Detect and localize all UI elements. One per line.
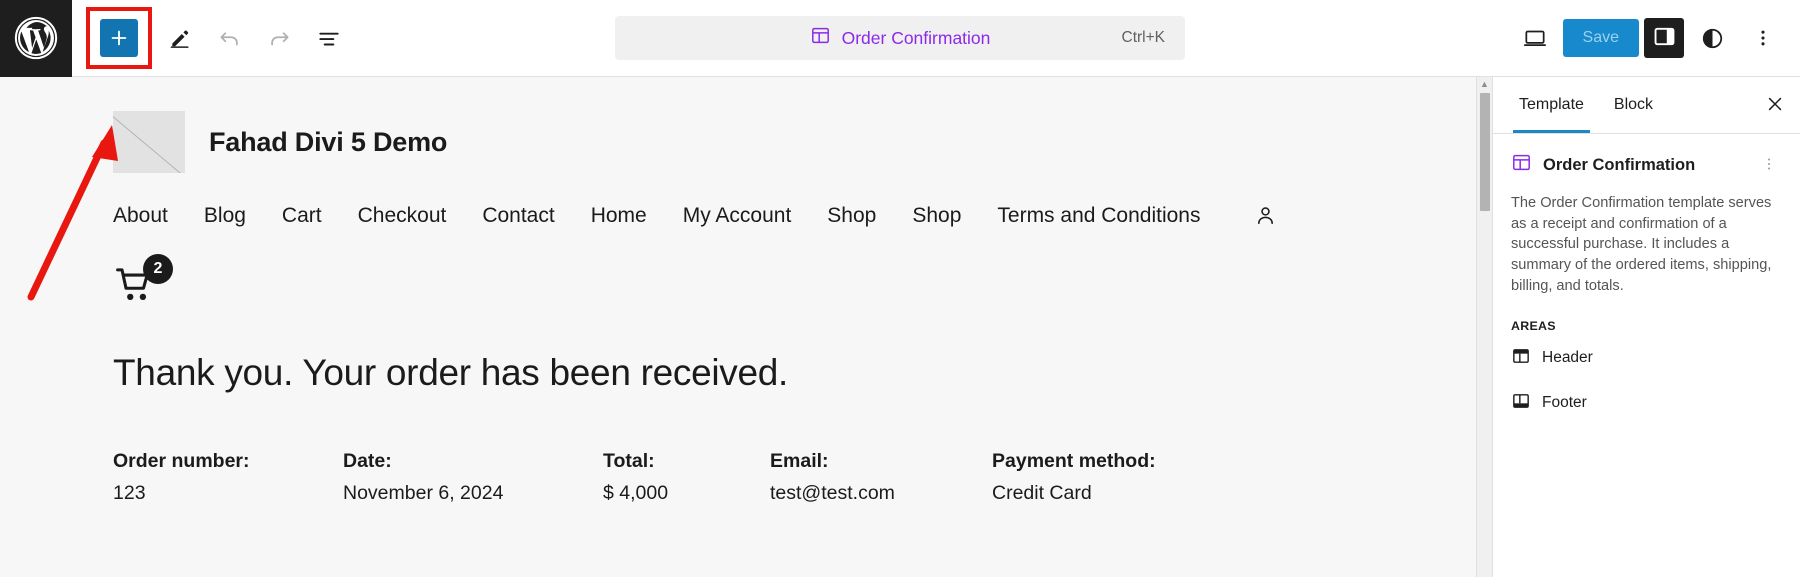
nav-item-shop-2[interactable]: Shop <box>912 204 961 228</box>
order-summary: Order number: Date: Total: Email: Paymen… <box>113 450 1476 505</box>
tab-block[interactable]: Block <box>1604 77 1663 133</box>
nav-item-cart[interactable]: Cart <box>282 204 322 228</box>
pencil-icon <box>168 27 191 50</box>
cart-count-badge: 2 <box>143 254 173 284</box>
sidebar-panel-icon <box>1652 24 1677 52</box>
area-item-footer[interactable]: Footer <box>1511 384 1782 423</box>
toolbar-tools <box>72 7 352 69</box>
nav-item-blog[interactable]: Blog <box>204 204 246 228</box>
site-navigation: About Blog Cart Checkout Contact Home My… <box>113 203 1476 228</box>
order-payment-method-label: Payment method: <box>992 450 1156 472</box>
add-block-highlight <box>86 7 152 69</box>
sidebar-content: Order Confirmation The Order Confirmatio… <box>1493 134 1800 423</box>
add-block-button[interactable] <box>100 19 138 57</box>
site-preview: Fahad Divi 5 Demo About Blog Cart Checko… <box>0 77 1476 505</box>
site-title: Fahad Divi 5 Demo <box>209 126 448 157</box>
site-header: Fahad Divi 5 Demo <box>113 111 1476 173</box>
wordpress-logo-button[interactable] <box>0 0 72 77</box>
template-canvas[interactable]: Fahad Divi 5 Demo About Blog Cart Checko… <box>0 77 1476 577</box>
wordpress-logo-icon <box>14 16 58 60</box>
editor-body: Fahad Divi 5 Demo About Blog Cart Checko… <box>0 77 1800 577</box>
nav-item-shop[interactable]: Shop <box>827 204 876 228</box>
editor-toolbar: Order Confirmation Ctrl+K Save <box>0 0 1800 77</box>
settings-sidebar-toggle[interactable] <box>1644 18 1684 58</box>
list-view-icon <box>316 25 342 51</box>
header-icon <box>1511 346 1531 371</box>
styles-button[interactable] <box>1689 15 1735 61</box>
template-actions-button[interactable] <box>1756 150 1782 180</box>
nav-item-about[interactable]: About <box>113 204 168 228</box>
template-icon <box>1511 152 1532 178</box>
template-name: Order Confirmation <box>1543 155 1696 174</box>
options-menu-button[interactable] <box>1740 15 1786 61</box>
template-title-row: Order Confirmation <box>1511 150 1782 180</box>
scroll-up-arrow[interactable]: ▲ <box>1480 80 1489 89</box>
order-email-label: Email: <box>770 450 829 472</box>
undo-button[interactable] <box>206 15 252 61</box>
order-date-label: Date: <box>343 450 392 472</box>
site-logo-placeholder <box>113 111 185 173</box>
nav-item-home[interactable]: Home <box>591 204 647 228</box>
desktop-icon <box>1522 25 1548 51</box>
tab-template[interactable]: Template <box>1509 77 1594 133</box>
scroll-thumb[interactable] <box>1479 93 1490 211</box>
area-label-header: Header <box>1542 349 1593 367</box>
order-email-value: test@test.com <box>770 482 895 504</box>
command-bar-shortcut: Ctrl+K <box>1121 29 1166 46</box>
order-number-label: Order number: <box>113 450 250 472</box>
command-bar-title: Order Confirmation <box>841 27 991 48</box>
close-icon <box>1765 94 1785 117</box>
toolbar-right-actions: Save <box>1512 15 1800 61</box>
command-bar-content: Order Confirmation <box>810 25 991 51</box>
settings-sidebar: Template Block Order Confirmation The Or… <box>1492 77 1800 577</box>
edit-tool-button[interactable] <box>156 15 202 61</box>
wordpress-site-editor: Order Confirmation Ctrl+K Save Fahad Div… <box>0 0 1800 577</box>
sidebar-tabs: Template Block <box>1493 77 1800 134</box>
close-sidebar-button[interactable] <box>1756 86 1794 124</box>
order-date-value: November 6, 2024 <box>343 482 504 504</box>
list-view-button[interactable] <box>306 15 352 61</box>
nav-item-my-account[interactable]: My Account <box>683 204 792 228</box>
template-icon <box>810 25 831 51</box>
nav-item-terms-and-conditions[interactable]: Terms and Conditions <box>997 204 1200 228</box>
undo-icon <box>217 26 242 51</box>
contrast-icon <box>1700 26 1725 51</box>
vertical-dots-icon <box>1752 27 1774 49</box>
command-bar[interactable]: Order Confirmation Ctrl+K <box>615 16 1185 60</box>
nav-item-contact[interactable]: Contact <box>482 204 554 228</box>
areas-section-label: AREAS <box>1511 318 1556 333</box>
footer-icon <box>1511 391 1531 416</box>
canvas-scrollbar[interactable]: ▲ <box>1476 77 1492 577</box>
nav-item-checkout[interactable]: Checkout <box>358 204 447 228</box>
template-description: The Order Confirmation template serves a… <box>1511 195 1772 294</box>
redo-icon <box>267 26 292 51</box>
account-icon[interactable] <box>1253 203 1278 228</box>
vertical-dots-icon <box>1761 156 1777 175</box>
area-label-footer: Footer <box>1542 394 1587 412</box>
order-number-value: 123 <box>113 482 146 504</box>
order-total-label: Total: <box>603 450 655 472</box>
area-item-header[interactable]: Header <box>1511 339 1782 378</box>
redo-button[interactable] <box>256 15 302 61</box>
command-bar-wrapper: Order Confirmation Ctrl+K <box>615 16 1185 60</box>
save-button[interactable]: Save <box>1562 19 1639 57</box>
plus-icon <box>108 27 130 49</box>
order-payment-method-value: Credit Card <box>992 482 1092 504</box>
view-device-button[interactable] <box>1512 15 1558 61</box>
order-total-value: $ 4,000 <box>603 482 669 504</box>
cart-widget[interactable]: 2 <box>113 254 183 306</box>
order-received-heading: Thank you. Your order has been received. <box>113 352 789 393</box>
